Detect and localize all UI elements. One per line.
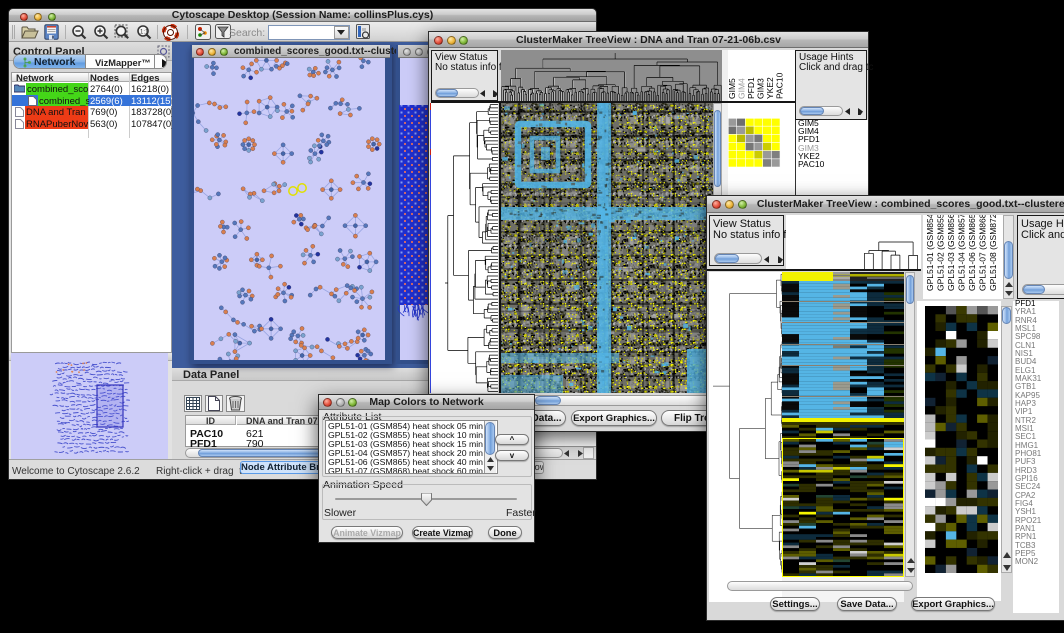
- svg-text:PAC10: PAC10: [775, 72, 785, 99]
- svg-text:GPL51-01 (GSM854): GPL51-01 (GSM854): [925, 215, 935, 291]
- svg-text:1:1: 1:1: [140, 30, 149, 36]
- svg-text:GPL51-03 (GSM856): GPL51-03 (GSM856): [946, 215, 956, 291]
- svg-text:GPL51-02 (GSM855): GPL51-02 (GSM855): [936, 215, 946, 291]
- svg-text:GPL51-08 (GSM872): GPL51-08 (GSM872): [988, 215, 998, 291]
- svg-text:GPL51-06 (GSM865): GPL51-06 (GSM865): [967, 215, 977, 291]
- svg-text:GIM3: GIM3: [756, 78, 766, 99]
- svg-text:PFD1: PFD1: [746, 77, 756, 99]
- svg-text:GIM4: GIM4: [737, 78, 747, 99]
- svg-text:YKE2: YKE2: [765, 77, 775, 99]
- svg-text:GPL51-04 (GSM857): GPL51-04 (GSM857): [957, 215, 967, 291]
- svg-text:GPL51-07 (GSM868): GPL51-07 (GSM868): [978, 215, 988, 291]
